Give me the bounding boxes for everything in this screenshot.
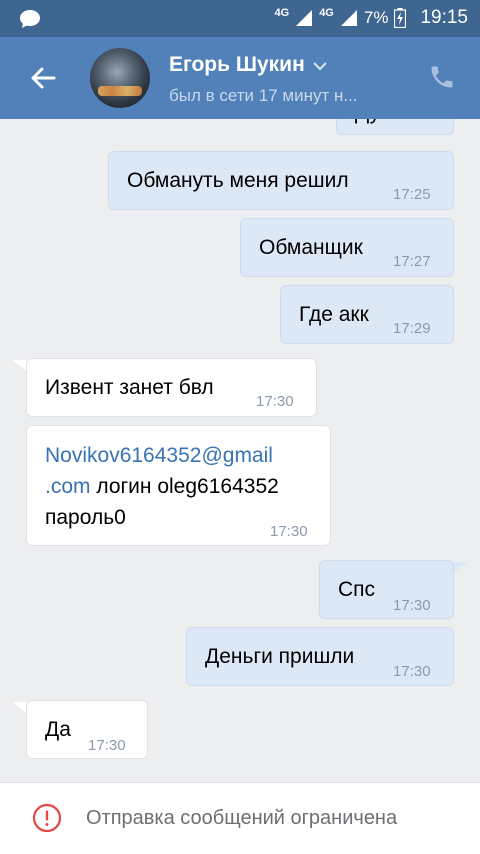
bubble-tail	[452, 562, 468, 574]
message-bubble-in[interactable]: Novikov6164352@gmail .com логин oleg6164…	[26, 425, 331, 546]
message-time: 17:25	[393, 186, 431, 203]
message-text: Извент занет бвл	[45, 376, 214, 399]
message-text: Обмануть меня решил	[127, 169, 349, 192]
message-bubble-out[interactable]: Ду 17:24	[336, 119, 454, 135]
signal-icon-2	[340, 10, 357, 26]
network-type-2: 4G	[319, 7, 334, 19]
clock: 19:15	[420, 7, 468, 28]
message-text: Деньги пришли	[205, 645, 355, 668]
message-time: 17:30	[393, 597, 431, 614]
email-link-line1[interactable]: Novikov6164352@gmail	[45, 444, 273, 467]
message-time: 17:30	[393, 663, 431, 680]
network-type-1: 4G	[274, 7, 290, 19]
message-text: Обманщик	[259, 236, 363, 259]
message-time: 17:30	[270, 523, 308, 540]
input-restricted-bar: Отправка сообщений ограничена	[0, 782, 480, 854]
message-bubble-out[interactable]: Деньги пришли 17:30	[186, 627, 454, 686]
email-link-line2[interactable]: .com	[45, 475, 91, 498]
message-text: Ду	[355, 119, 380, 128]
back-arrow-icon[interactable]	[28, 63, 58, 93]
signal-icon-1	[296, 10, 313, 26]
chevron-down-icon	[313, 62, 327, 71]
phone-icon[interactable]	[428, 63, 458, 93]
status-bar: 4G 4G 7% 19:15	[0, 0, 480, 37]
message-time: 17:30	[88, 737, 126, 754]
login-text: логин oleg6164352	[90, 475, 279, 498]
password-text: пароль0	[45, 506, 126, 529]
message-bubble-out[interactable]: Обмануть меня решил 17:25	[108, 151, 454, 210]
contact-name[interactable]: Егорь Шукин	[169, 53, 327, 77]
message-bubble-out[interactable]: Где акк 17:29	[280, 285, 454, 344]
message-bubble-out[interactable]: Спс 17:30	[319, 560, 454, 619]
contact-name-text: Егорь Шукин	[169, 53, 305, 76]
message-text: Где акк	[299, 303, 369, 326]
message-bubble-in[interactable]: Да 17:30	[26, 700, 148, 759]
restriction-notice: Отправка сообщений ограничена	[86, 807, 398, 829]
chat-header: Егорь Шукин был в сети 17 минут н...	[0, 37, 480, 119]
message-text: Спс	[338, 578, 376, 601]
message-list[interactable]: Ду 17:24 Обмануть меня решил 17:25 Обман…	[0, 119, 480, 782]
chat-notification-icon	[18, 8, 42, 35]
message-bubble-out[interactable]: Обманщик 17:27	[240, 218, 454, 277]
message-time: 17:29	[393, 320, 431, 337]
alert-icon	[32, 803, 62, 833]
battery-percent: 7%	[363, 8, 389, 27]
battery-icon	[394, 8, 407, 28]
avatar[interactable]	[90, 48, 150, 108]
message-time: 17:24	[393, 119, 431, 128]
last-seen-status: был в сети 17 минут н...	[169, 86, 358, 105]
message-text: Да	[45, 718, 71, 741]
message-time: 17:30	[256, 393, 294, 410]
message-time: 17:27	[393, 253, 431, 270]
message-bubble-in[interactable]: Извент занет бвл 17:30	[26, 358, 317, 417]
